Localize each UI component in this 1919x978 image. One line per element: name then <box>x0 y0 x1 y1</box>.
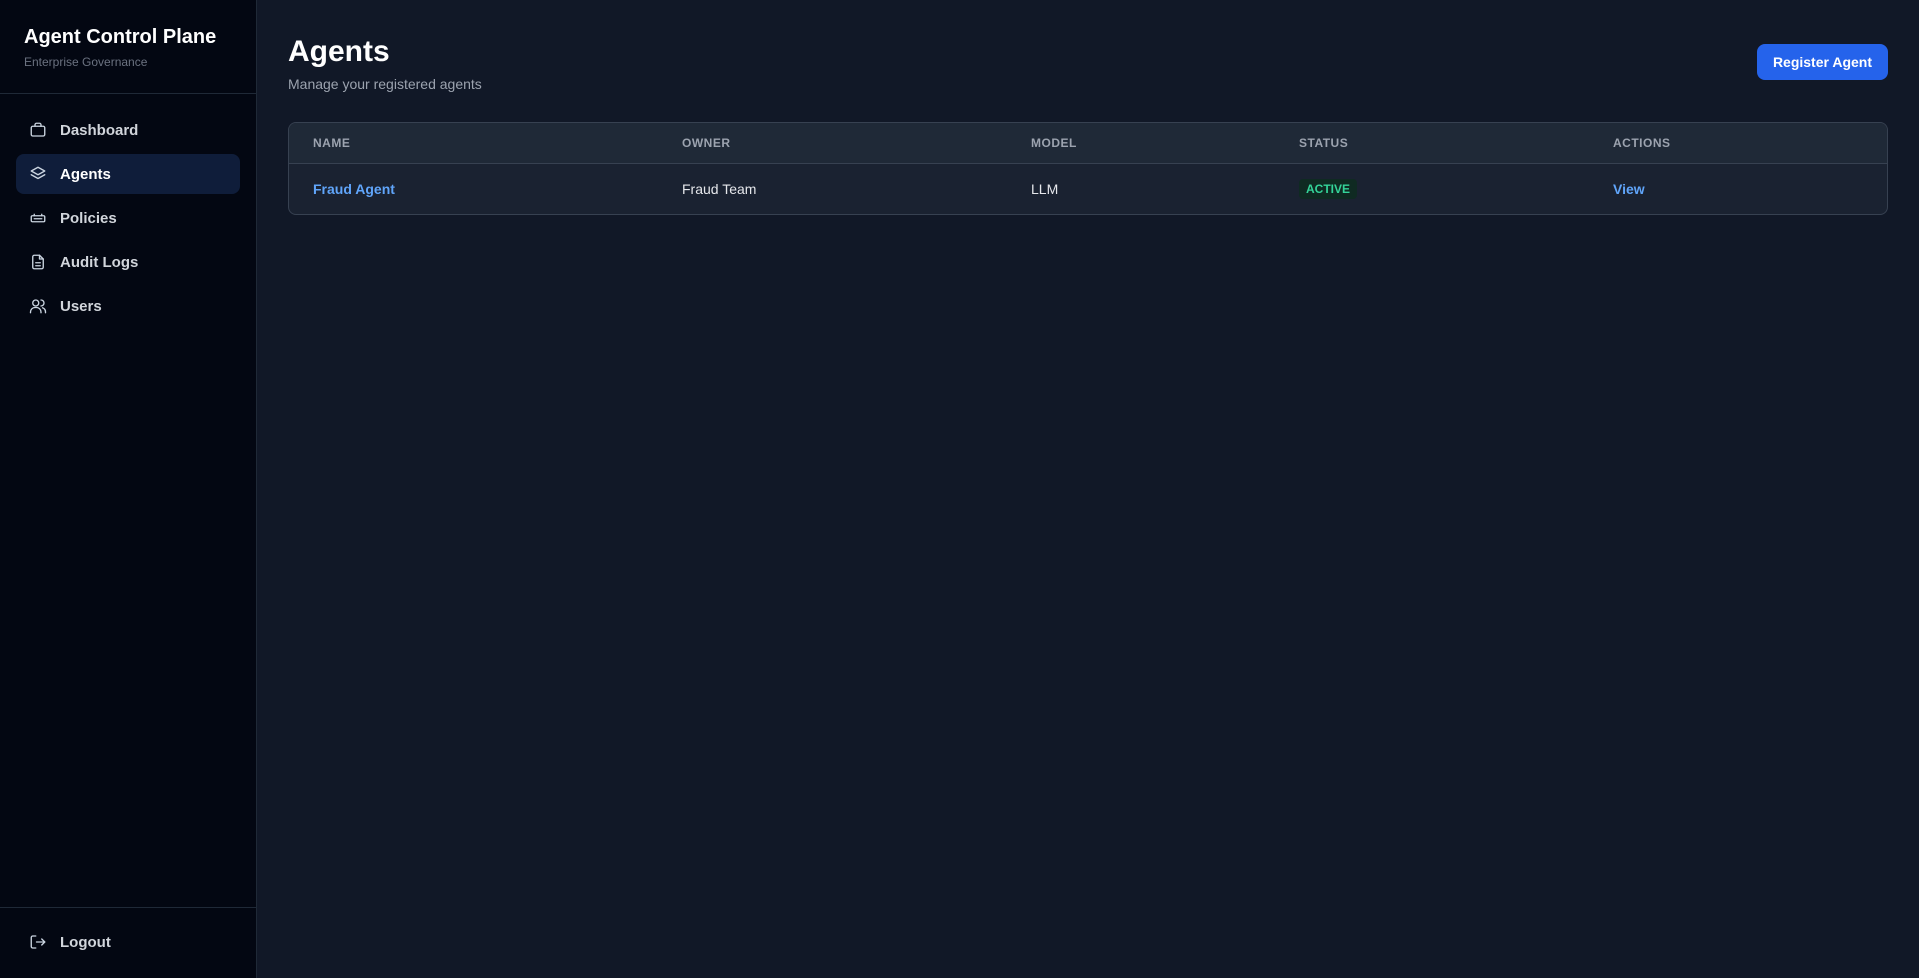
logout-icon <box>28 932 48 952</box>
briefcase-icon <box>28 120 48 140</box>
users-icon <box>28 296 48 316</box>
app-subtitle: Enterprise Governance <box>24 55 148 69</box>
layers-icon <box>28 164 48 184</box>
sidebar-item-users[interactable]: Users <box>16 286 240 326</box>
cell-model: LLM <box>1031 180 1059 197</box>
sidebar-item-label: Policies <box>60 209 117 227</box>
main-content: Agents Manage your registered agents Reg… <box>257 0 1919 978</box>
cell-owner: Fraud Team <box>682 180 757 197</box>
sidebar-item-audit-logs[interactable]: Audit Logs <box>16 242 240 282</box>
agent-name-link[interactable]: Fraud Agent <box>313 181 395 197</box>
column-header-actions: ACTIONS <box>1589 123 1887 164</box>
cell-status: ACTIVE <box>1275 163 1589 214</box>
sidebar-item-label: Users <box>60 297 102 315</box>
sidebar-item-label: Agents <box>60 165 111 183</box>
logout-label: Logout <box>60 933 111 951</box>
app-title: Agent Control Plane <box>24 26 217 48</box>
register-agent-button[interactable]: Register Agent <box>1756 44 1888 80</box>
sidebar-item-label: Audit Logs <box>60 253 139 271</box>
sidebar-item-label: Dashboard <box>60 121 139 139</box>
table-row: Fraud Agent Fraud Team LLM ACTIVE View <box>289 163 1887 214</box>
column-header-name: NAME <box>289 123 658 164</box>
view-link[interactable]: View <box>1613 181 1645 197</box>
table-header-row: NAME OWNER MODEL STATUS ACTIONS <box>289 123 1887 164</box>
status-badge: ACTIVE <box>1299 178 1358 199</box>
agents-table-container: NAME OWNER MODEL STATUS ACTIONS Fraud Ag… <box>288 122 1888 215</box>
column-header-owner: OWNER <box>658 123 1007 164</box>
brand: Agent Control Plane Enterprise Governanc… <box>0 0 256 94</box>
page-heading: Agents Manage your registered agents <box>288 34 482 92</box>
policy-icon <box>28 208 48 228</box>
column-header-status: STATUS <box>1275 123 1589 164</box>
logout-button[interactable]: Logout <box>16 922 240 962</box>
document-icon <box>28 252 48 272</box>
agents-table: NAME OWNER MODEL STATUS ACTIONS Fraud Ag… <box>289 123 1887 214</box>
sidebar-item-policies[interactable]: Policies <box>16 198 240 238</box>
cell-name: Fraud Agent <box>289 163 658 214</box>
page-subtitle: Manage your registered agents <box>288 76 482 92</box>
sidebar-item-dashboard[interactable]: Dashboard <box>16 110 240 150</box>
sidebar-item-agents[interactable]: Agents <box>16 154 240 194</box>
sidebar-footer: Logout <box>0 907 256 978</box>
sidebar: Agent Control Plane Enterprise Governanc… <box>0 0 257 978</box>
app-root: Agent Control Plane Enterprise Governanc… <box>0 0 1919 978</box>
sidebar-nav: Dashboard Agents Policies Audit Logs Use… <box>0 94 256 342</box>
page-title: Agents <box>288 35 390 68</box>
column-header-model: MODEL <box>1007 123 1275 164</box>
page-header: Agents Manage your registered agents Reg… <box>288 34 1888 92</box>
cell-actions: View <box>1589 163 1887 214</box>
